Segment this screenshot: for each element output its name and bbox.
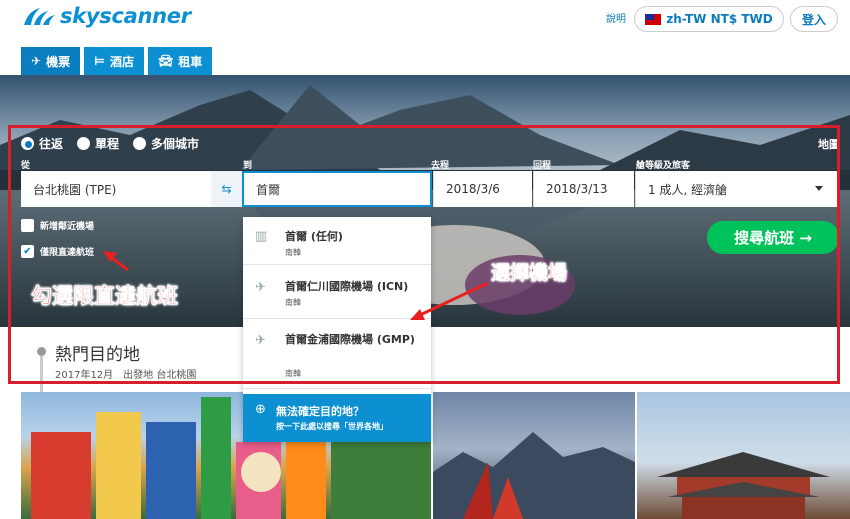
annotation-direct-flight: 勾選限直達航班 — [31, 284, 179, 309]
arrow-airport — [419, 281, 489, 317]
annotation-arrows — [103, 251, 489, 320]
arrow-direct — [111, 256, 129, 272]
annotation-choose-airport: 選擇機場 — [491, 262, 568, 285]
